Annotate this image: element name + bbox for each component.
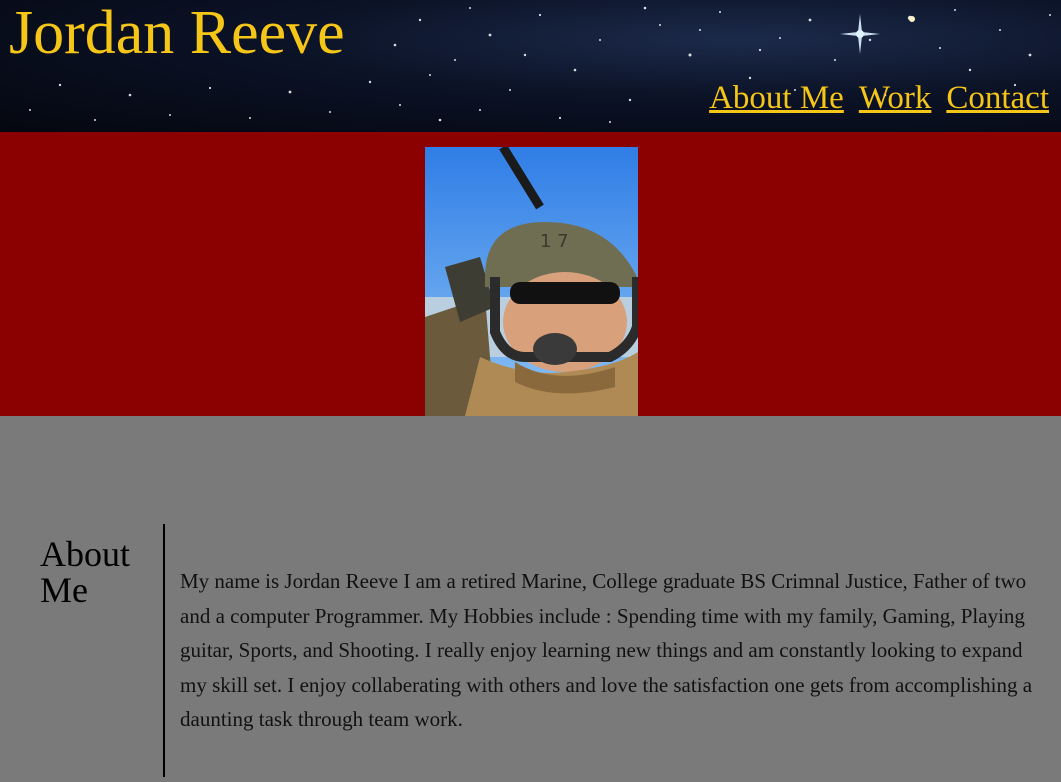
site-header: Jordan Reeve About Me Work Contact [0, 0, 1061, 132]
section-divider [163, 524, 165, 777]
profile-photo: 1 7 [425, 147, 638, 416]
main-nav: About Me Work Contact [709, 80, 1049, 116]
site-title: Jordan Reeve [9, 0, 345, 67]
about-section: About Me My name is Jordan Reeve I am a … [0, 416, 1061, 782]
svg-text:1 7: 1 7 [540, 231, 569, 252]
nav-link-work[interactable]: Work [859, 80, 932, 116]
about-text: My name is Jordan Reeve I am a retired M… [180, 569, 1033, 731]
nav-link-about-me[interactable]: About Me [709, 80, 844, 116]
about-heading: About Me [40, 534, 130, 610]
nav-link-contact[interactable]: Contact [946, 80, 1049, 116]
hero-banner: 1 7 [0, 132, 1061, 416]
